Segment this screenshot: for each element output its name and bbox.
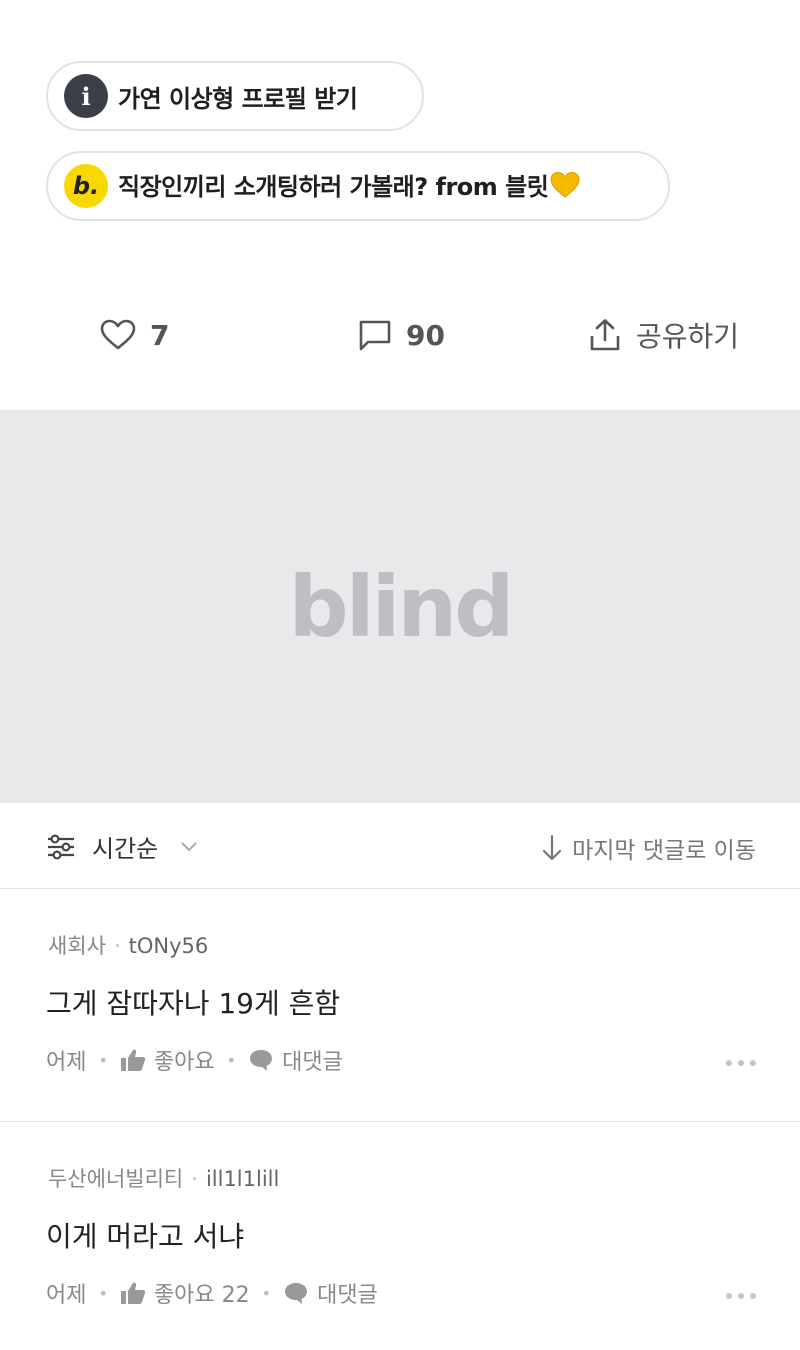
author-company: 새회사 bbox=[48, 934, 106, 958]
separator-dot: • bbox=[261, 1283, 272, 1303]
separator-dot: • bbox=[98, 1283, 108, 1303]
comment-item: 두산에너빌리티 · ill1l1lill 이게 머라고 서냐 어제 • 좋아요 22… bbox=[0, 1123, 800, 1350]
jump-label: 마지막 댓글로 이동 bbox=[572, 838, 756, 864]
comment-button[interactable]: 90 bbox=[358, 300, 445, 370]
heart-icon bbox=[100, 319, 136, 350]
blind-dating-chip[interactable]: b. 직장인끼리 소개팅하러 가볼래? from 블릿 bbox=[46, 151, 670, 221]
sort-dropdown[interactable]: 시간순 bbox=[46, 829, 214, 864]
arrow-down-icon bbox=[542, 834, 562, 861]
comment-like-button[interactable]: 좋아요 22 bbox=[120, 1277, 250, 1309]
author-company: 두산에너빌리티 bbox=[48, 1167, 184, 1191]
reply-button[interactable]: 대댓글 bbox=[283, 1277, 378, 1309]
sort-current-label: 시간순 bbox=[92, 835, 159, 863]
separator-dot: • bbox=[98, 1050, 108, 1070]
reply-label: 대댓글 bbox=[282, 1050, 343, 1075]
comment-time: 어제 bbox=[46, 1283, 87, 1308]
comment-body: 그게 잠따자나 19게 흔함 bbox=[46, 987, 341, 1020]
blind-logo: blind bbox=[288, 557, 515, 656]
like-label: 좋아요 22 bbox=[153, 1283, 250, 1308]
ideal-profile-chip[interactable]: i 가연 이상형 프로필 받기 bbox=[46, 61, 424, 131]
like-label: 좋아요 bbox=[153, 1050, 215, 1075]
thumbs-up-icon bbox=[120, 1282, 146, 1304]
comment-item: 새회사 · tONy56 그게 잠따자나 19게 흔함 어제 • 좋아요 • 대댓글 bbox=[0, 890, 800, 1122]
filter-sliders-icon bbox=[48, 833, 74, 860]
more-options-icon[interactable] bbox=[726, 1293, 756, 1299]
reply-button[interactable]: 대댓글 bbox=[248, 1044, 343, 1076]
author-nickname: tONy56 bbox=[128, 934, 209, 958]
reply-label: 대댓글 bbox=[317, 1283, 378, 1308]
comment-meta: 어제 • 좋아요 22 • 대댓글 bbox=[46, 1277, 378, 1309]
yellow-heart-icon bbox=[550, 171, 580, 205]
comment-icon bbox=[359, 320, 391, 351]
author-nickname: ill1l1lill bbox=[205, 1167, 280, 1191]
chip-label: 직장인끼리 소개팅하러 가볼래? from 블릿 bbox=[118, 167, 580, 205]
blind-banner: blind bbox=[0, 410, 800, 803]
comment-body: 이게 머라고 서냐 bbox=[46, 1220, 245, 1253]
separator-dot: • bbox=[226, 1050, 237, 1070]
share-icon bbox=[590, 319, 620, 351]
thumbs-up-icon bbox=[120, 1049, 146, 1071]
separator-dot: · bbox=[113, 934, 121, 958]
like-button[interactable]: 7 bbox=[100, 300, 169, 370]
jump-to-last-comment-button[interactable]: 마지막 댓글로 이동 bbox=[542, 831, 756, 865]
chip-label: 가연 이상형 프로필 받기 bbox=[118, 84, 358, 113]
separator-dot: · bbox=[191, 1167, 198, 1191]
share-label: 공유하기 bbox=[636, 320, 740, 353]
blind-logo-icon: b. bbox=[64, 164, 108, 208]
share-button[interactable]: 공유하기 bbox=[588, 300, 739, 370]
more-options-icon[interactable] bbox=[726, 1060, 756, 1066]
comment-author[interactable]: 새회사 · tONy56 bbox=[48, 930, 208, 960]
info-icon: i bbox=[64, 74, 108, 118]
comment-count: 90 bbox=[406, 318, 445, 352]
speech-bubble-icon bbox=[285, 1283, 308, 1304]
like-count: 7 bbox=[150, 318, 170, 352]
speech-bubble-icon bbox=[250, 1050, 273, 1071]
comment-time: 어제 bbox=[46, 1050, 87, 1075]
post-actions: 7 90 공유하기 bbox=[0, 300, 800, 370]
comment-author[interactable]: 두산에너빌리티 · ill1l1lill bbox=[48, 1163, 279, 1193]
comment-sort-bar: 시간순 마지막 댓글로 이동 bbox=[0, 803, 800, 889]
comment-meta: 어제 • 좋아요 • 대댓글 bbox=[46, 1044, 343, 1076]
chevron-down-icon bbox=[181, 841, 197, 851]
comment-like-button[interactable]: 좋아요 bbox=[120, 1044, 215, 1076]
